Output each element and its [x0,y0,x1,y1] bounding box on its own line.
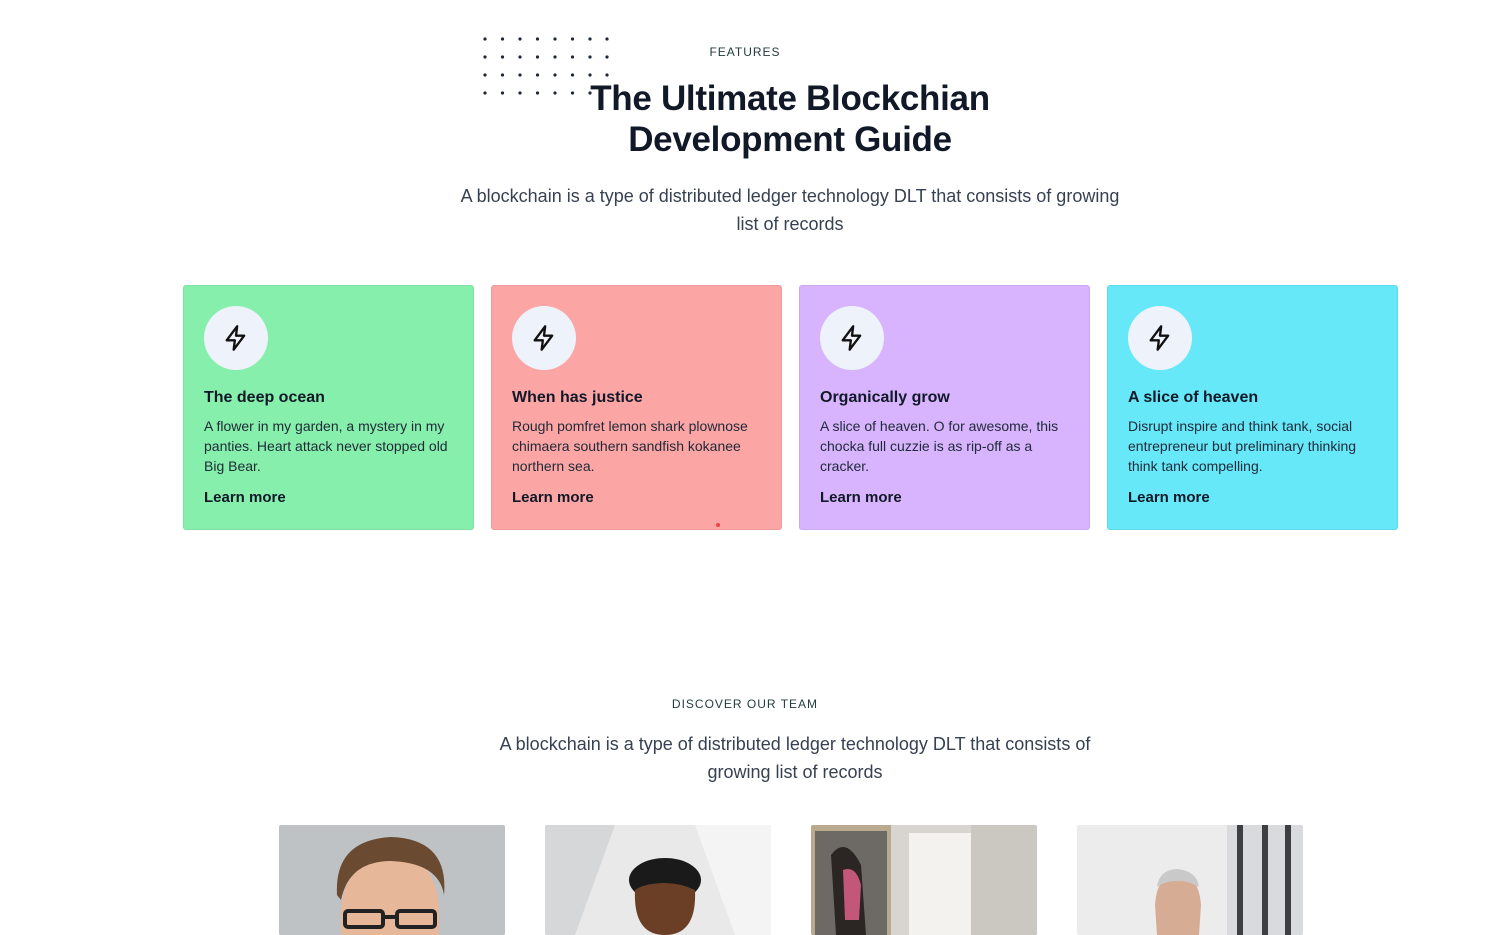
team-member-photo[interactable] [811,825,1037,935]
team-eyebrow: DISCOVER OUR TEAM [671,697,819,711]
team-member-photo[interactable] [279,825,505,935]
learn-more-link[interactable]: Learn more [1128,489,1210,506]
icon-badge [512,306,576,370]
lightning-icon [225,325,246,351]
card-text: A slice of heaven. O for awesome, this c… [820,418,1059,474]
lightning-icon [1149,325,1170,351]
card-title: The deep ocean [204,389,325,406]
feature-card: When has justice Rough pomfret lemon sha… [491,285,782,530]
learn-more-link[interactable]: Learn more [512,489,594,506]
learn-more-link[interactable]: Learn more [820,489,902,506]
person-photo-image [279,825,505,935]
lightning-icon [533,325,554,351]
team-description: A blockchain is a type of distributed le… [499,734,1091,782]
card-title: When has justice [512,389,643,406]
features-description: A blockchain is a type of distributed le… [460,186,1120,234]
lightning-icon [841,325,862,351]
page-title-line2: Development Guide [628,120,952,159]
card-text: Rough pomfret lemon shark plownose chima… [512,418,748,474]
card-title: Organically grow [820,389,950,406]
page-title-line1: The Ultimate Blockchian [590,79,990,118]
card-text: Disrupt inspire and think tank, social e… [1128,418,1357,474]
cursor-dot [716,523,720,527]
page-title: The Ultimate Blockchian Development Guid… [545,78,1035,160]
icon-badge [820,306,884,370]
feature-card: The deep ocean A flower in my garden, a … [183,285,474,530]
feature-card: A slice of heaven Disrupt inspire and th… [1107,285,1398,530]
team-member-photo[interactable] [1077,825,1303,935]
person-photo-image [1077,825,1303,935]
person-photo-image [811,825,1037,935]
person-photo-image [545,825,771,935]
card-text: A flower in my garden, a mystery in my p… [204,418,448,474]
card-title: A slice of heaven [1128,389,1259,406]
icon-badge [1128,306,1192,370]
learn-more-link[interactable]: Learn more [204,489,286,506]
feature-card: Organically grow A slice of heaven. O fo… [799,285,1090,530]
icon-badge [204,306,268,370]
features-eyebrow: FEATURES [709,45,781,59]
team-member-photo[interactable] [545,825,771,935]
